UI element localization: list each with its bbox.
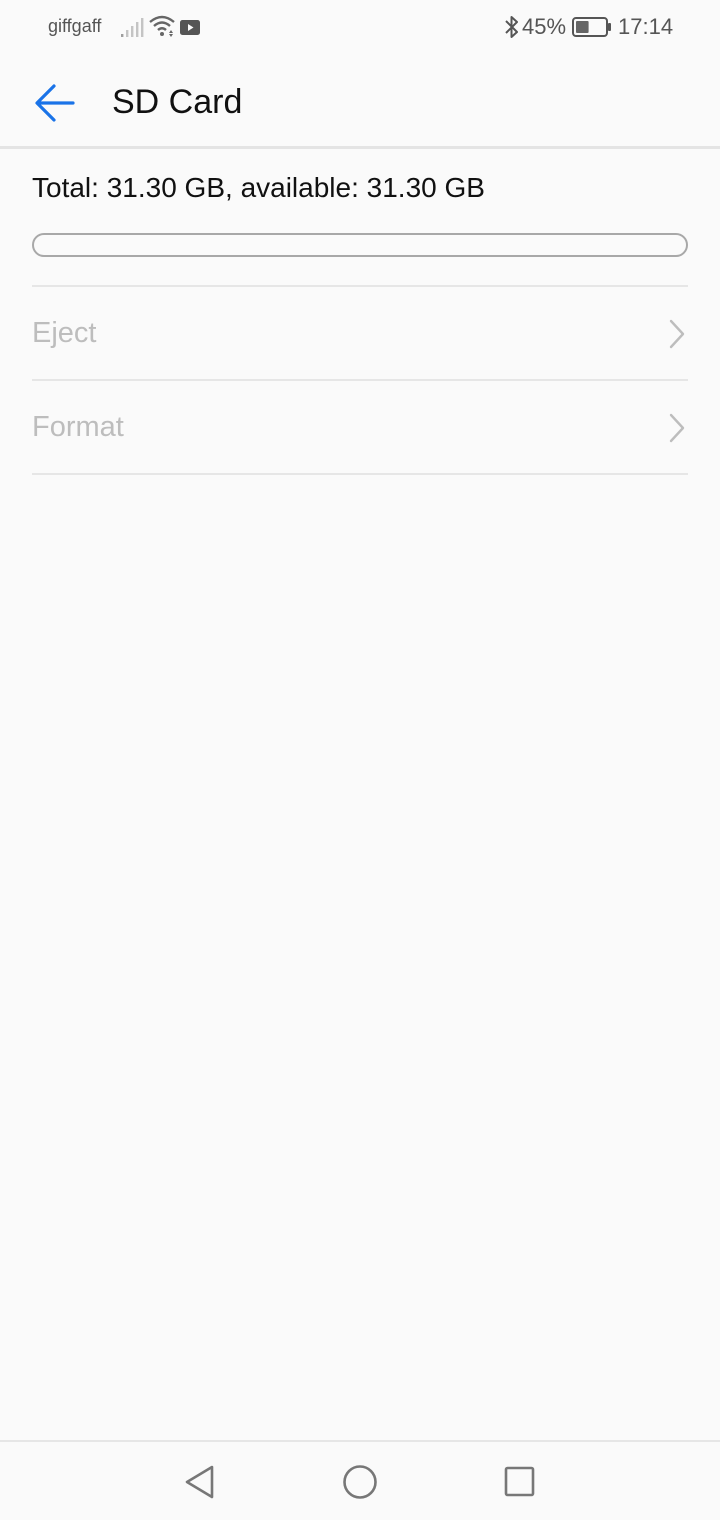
battery-icon	[572, 17, 611, 37]
divider	[32, 473, 688, 475]
page-title: SD Card	[112, 83, 243, 121]
format-label: Format	[32, 411, 124, 443]
nav-home-button[interactable]	[340, 1462, 380, 1502]
nav-back-button[interactable]	[180, 1462, 220, 1502]
video-icon	[180, 20, 200, 35]
nav-back-icon	[185, 1465, 214, 1499]
arrow-left-icon	[35, 84, 75, 122]
chevron-right-icon	[669, 319, 685, 349]
status-bar: giffgaff 45% 17:14	[0, 0, 720, 56]
chevron-right-icon	[669, 413, 685, 443]
storage-usage-bar	[32, 233, 688, 257]
format-item[interactable]: Format	[32, 381, 688, 473]
eject-label: Eject	[32, 317, 97, 349]
screen: giffgaff 45% 17:14 SD Card Total: 31.30 …	[0, 0, 720, 1520]
eject-item[interactable]: Eject	[32, 287, 688, 379]
nav-recents-icon	[504, 1466, 535, 1497]
back-button[interactable]	[24, 76, 84, 130]
carrier-label: giffgaff	[48, 16, 102, 36]
signal-icon	[121, 18, 144, 37]
nav-home-icon	[343, 1465, 377, 1499]
wifi-icon	[149, 15, 175, 37]
clock: 17:14	[618, 14, 674, 39]
storage-summary: Total: 31.30 GB, available: 31.30 GB	[32, 172, 485, 203]
nav-recents-button[interactable]	[500, 1462, 540, 1502]
navigation-bar	[0, 1440, 720, 1520]
app-bar: SD Card	[0, 56, 720, 146]
bluetooth-icon	[505, 16, 518, 38]
header-divider	[0, 146, 720, 149]
battery-percent: 45%	[522, 14, 567, 39]
